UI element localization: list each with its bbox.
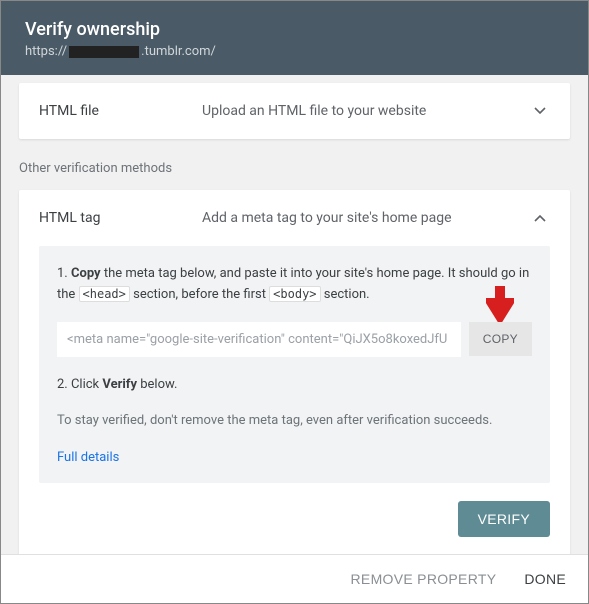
dialog-footer: REMOVE PROPERTY DONE (1, 554, 588, 603)
method-name: HTML file (39, 103, 202, 119)
url-prefix: https:// (25, 44, 67, 59)
meta-tag-field[interactable] (57, 322, 461, 357)
html-file-card: HTML file Upload an HTML file to your we… (19, 83, 570, 139)
verify-row: VERIFY (19, 483, 570, 554)
other-methods-label: Other verification methods (19, 157, 570, 190)
method-desc: Upload an HTML file to your website (202, 103, 530, 119)
verify-dialog: Verify ownership https:// .tumblr.com/ HT… (0, 0, 589, 604)
body-tag: <body> (269, 286, 320, 302)
html-tag-header[interactable]: HTML tag Add a meta tag to your site's h… (19, 190, 570, 246)
dialog-header: Verify ownership https:// .tumblr.com/ (1, 1, 588, 75)
done-button[interactable]: DONE (524, 571, 566, 587)
verify-button[interactable]: VERIFY (458, 501, 550, 537)
arrow-annotation-icon (486, 284, 514, 326)
head-tag: <head> (79, 286, 130, 302)
step-2: 2. Click Verify below. (57, 375, 532, 396)
html-file-header[interactable]: HTML file Upload an HTML file to your we… (19, 83, 570, 139)
html-tag-card: HTML tag Add a meta tag to your site's h… (19, 190, 570, 554)
url-redacted (69, 46, 139, 58)
page-title: Verify ownership (25, 19, 564, 40)
verified-note: To stay verified, don't remove the meta … (57, 411, 532, 432)
content-scroll[interactable]: HTML file Upload an HTML file to your we… (1, 75, 588, 554)
meta-tag-row: COPY (57, 322, 532, 357)
instructions: 1. Copy the meta tag below, and paste it… (39, 246, 550, 483)
property-url: https:// .tumblr.com/ (25, 44, 564, 59)
chevron-up-icon (530, 208, 550, 228)
full-details-link[interactable]: Full details (57, 450, 119, 465)
method-name: HTML tag (39, 210, 202, 226)
copy-button[interactable]: COPY (469, 322, 532, 356)
chevron-down-icon (530, 101, 550, 121)
url-suffix: .tumblr.com/ (141, 44, 216, 59)
remove-property-button[interactable]: REMOVE PROPERTY (351, 571, 497, 587)
method-desc: Add a meta tag to your site's home page (202, 210, 530, 226)
step-1: 1. Copy the meta tag below, and paste it… (57, 264, 532, 306)
